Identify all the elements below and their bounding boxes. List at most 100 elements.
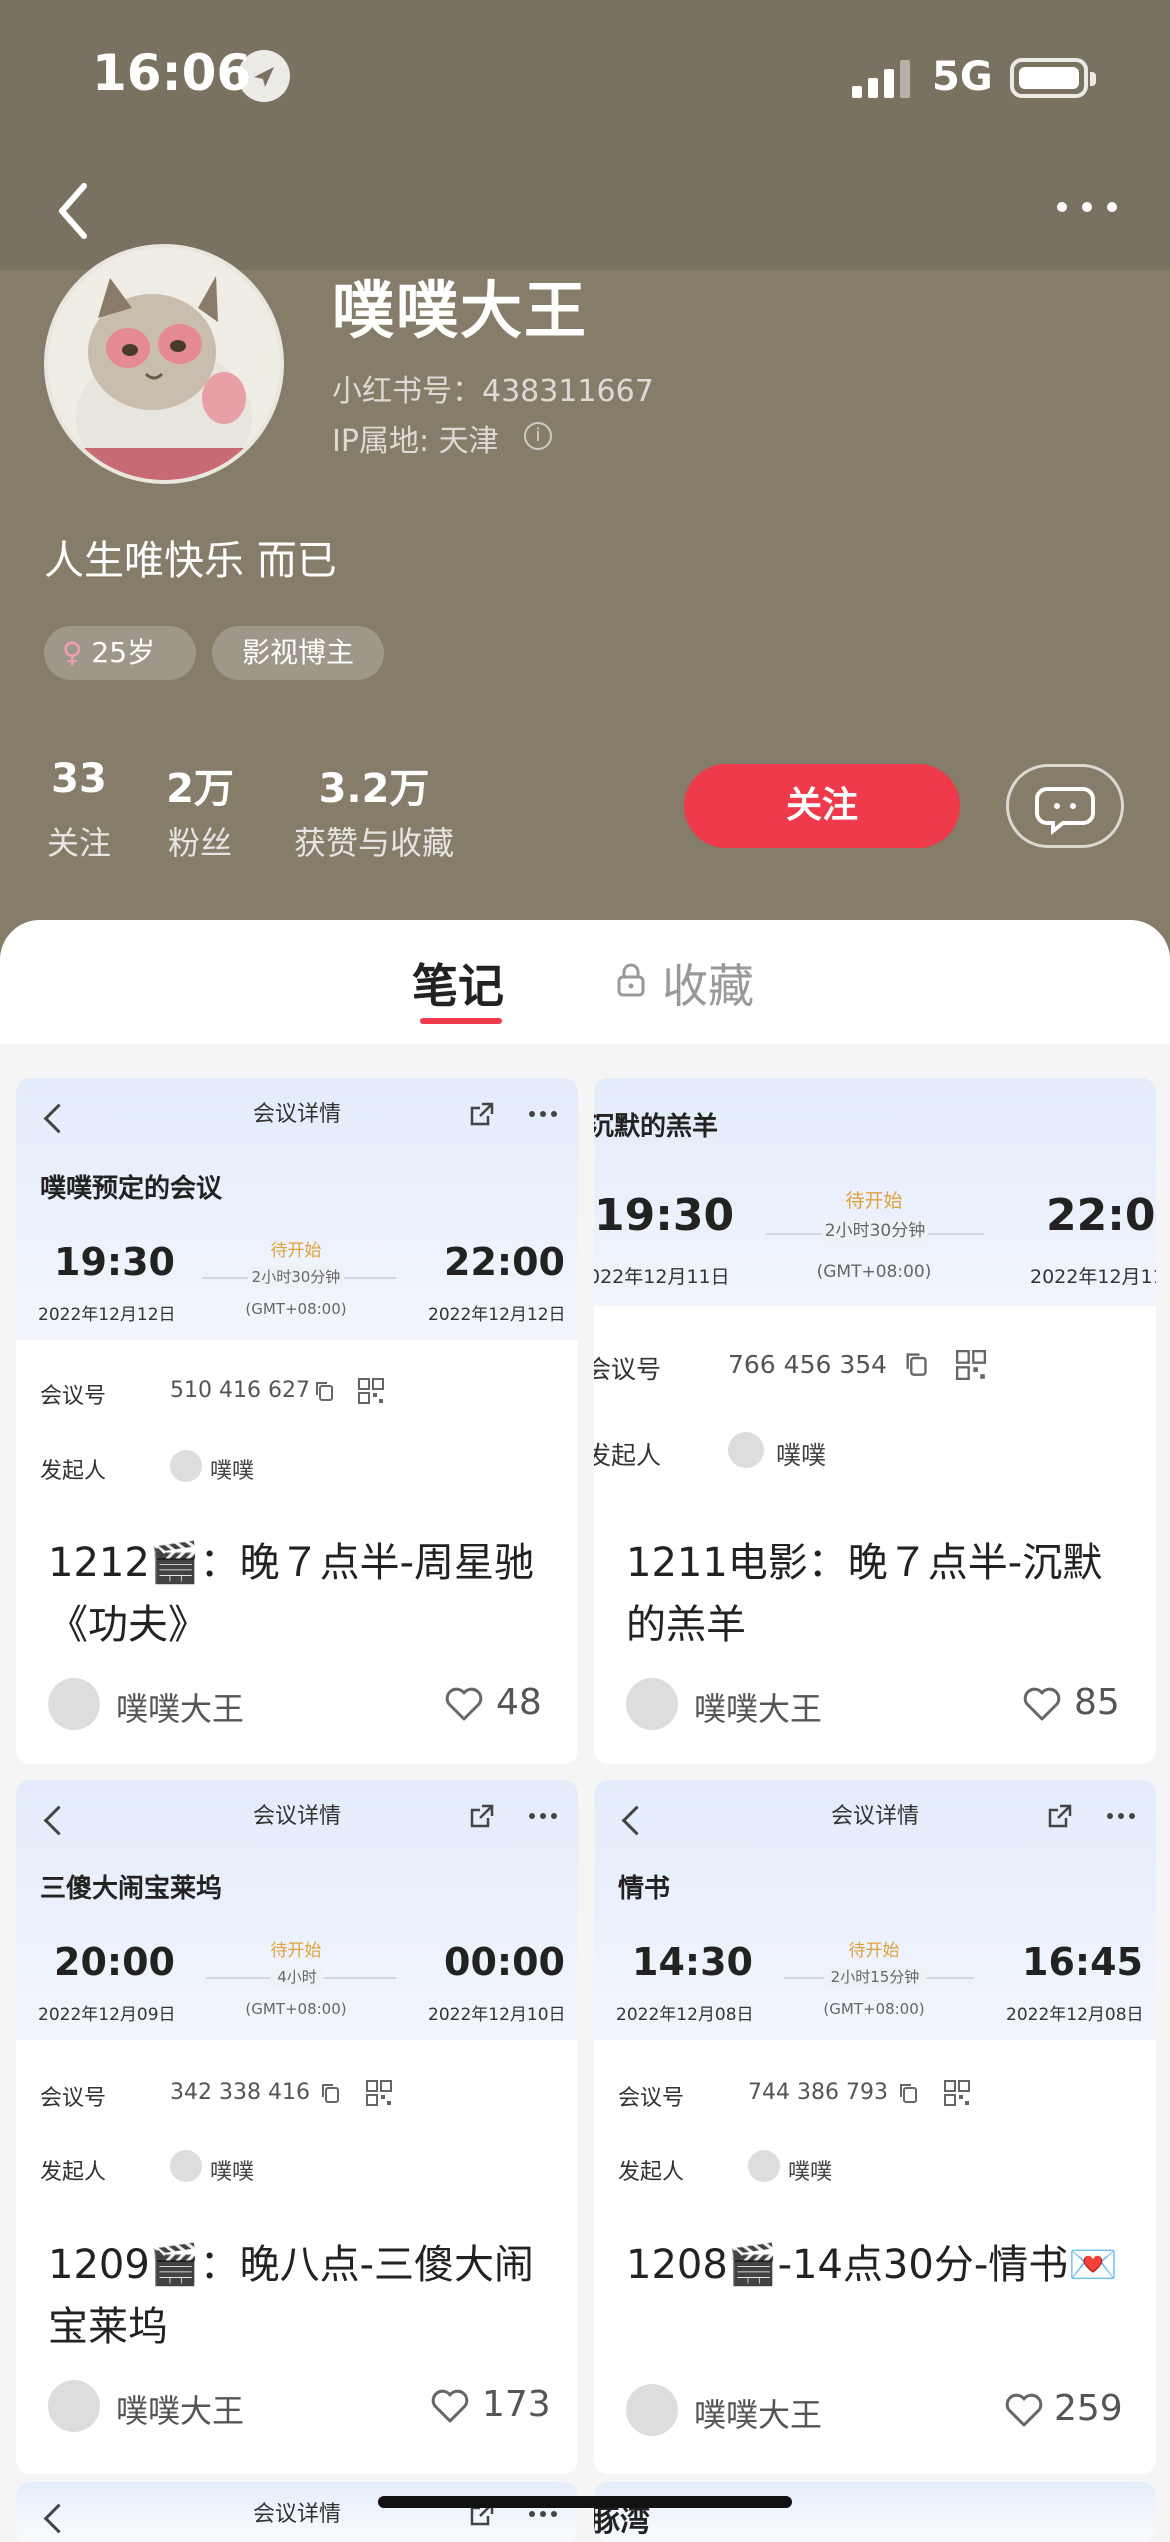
- signal-icon: [852, 60, 910, 98]
- timezone: (GMT+08:00): [816, 1262, 932, 1282]
- message-button[interactable]: [1006, 764, 1124, 848]
- qr-code-icon: [366, 2080, 392, 2106]
- share-icon: [1048, 1804, 1072, 1828]
- host-label: 发起人: [618, 2160, 685, 2185]
- author-avatar: [48, 1678, 100, 1730]
- card-thumbnail: 会议详情 噗噗预定的会议 19:30 2022年12月12日 待开始 2小时30…: [16, 1078, 578, 1506]
- author-name: 噗噗大王: [116, 1690, 245, 1728]
- end-date: 2022年12月08日: [1006, 2005, 1144, 2025]
- host-name: 噗噗: [210, 2160, 255, 2185]
- start-time: 19:30: [594, 1190, 735, 1241]
- copy-icon: [316, 1382, 333, 1401]
- start-time: 14:30: [632, 1940, 753, 1984]
- meeting-status: 待开始: [845, 1190, 903, 1212]
- thumb-more-icon: [529, 1813, 557, 1819]
- host-label: 发起人: [594, 1441, 662, 1470]
- meeting-title: 沉默的羔羊: [594, 1112, 719, 1142]
- meeting-status: 待开始: [270, 1941, 322, 1961]
- end-time: 22:00: [444, 1240, 565, 1284]
- author-name: 噗噗大王: [694, 2396, 823, 2434]
- host-avatar: [170, 2150, 202, 2182]
- more-options-icon[interactable]: [1052, 190, 1122, 224]
- copy-icon: [906, 1353, 927, 1376]
- host-avatar: [728, 1432, 764, 1468]
- start-date: 022年12月11日: [594, 1266, 730, 1288]
- note-card[interactable]: 会议详情 情书 14:30 2022年12月08日 待开始 2小时15分钟 (G…: [594, 1780, 1156, 2474]
- copy-icon: [900, 2084, 917, 2103]
- end-date: 2022年12月11: [1030, 1266, 1156, 1288]
- thumb-more-icon: [529, 1111, 557, 1117]
- likes-count[interactable]: 3.2万: [286, 756, 462, 814]
- thumb-more-icon: [529, 2511, 557, 2517]
- note-card[interactable]: 会议详情: [16, 2482, 578, 2542]
- battery-icon: [1010, 58, 1088, 98]
- heart-icon[interactable]: [444, 1686, 484, 1722]
- share-icon: [470, 1102, 494, 1126]
- card-thumbnail: 豚湾: [594, 2482, 1156, 2542]
- note-card[interactable]: 豚湾: [594, 2482, 1156, 2542]
- start-date: 2022年12月12日: [38, 1305, 176, 1325]
- start-date: 2022年12月08日: [616, 2005, 754, 2025]
- start-time: 19:30: [54, 1240, 175, 1284]
- category-tag: 影视博主: [212, 626, 384, 680]
- timezone: (GMT+08:00): [245, 2000, 347, 2018]
- host-label: 发起人: [40, 1459, 107, 1484]
- meeting-id-label: 会议号: [40, 2086, 107, 2111]
- meeting-id: 744 386 793: [748, 2080, 888, 2105]
- timezone: (GMT+08:00): [823, 2000, 925, 2018]
- tab-favorites[interactable]: 收藏: [662, 950, 754, 1016]
- card-thumbnail: 会议详情 情书 14:30 2022年12月08日 待开始 2小时15分钟 (G…: [594, 1780, 1156, 2208]
- ip-location: IP属地: 天津: [332, 424, 499, 459]
- profile-avatar[interactable]: [44, 244, 284, 484]
- location-arrow-icon: [238, 50, 290, 102]
- meeting-id-label: 会议号: [618, 2086, 685, 2111]
- followers-count[interactable]: 2万: [160, 756, 240, 814]
- age-value: 25岁: [91, 636, 156, 669]
- meeting-status: 待开始: [270, 1241, 322, 1261]
- author-name: 噗噗大王: [116, 2392, 245, 2430]
- profile-name: 噗噗大王: [332, 274, 589, 347]
- host-avatar: [748, 2150, 780, 2182]
- author-avatar: [626, 1678, 678, 1730]
- note-card[interactable]: 会议详情 三傻大闹宝莱坞 20:00 2022年12月09日 待开始 4小时 (…: [16, 1780, 578, 2474]
- start-date: 2022年12月09日: [38, 2005, 176, 2025]
- tab-notes[interactable]: 笔记: [412, 950, 504, 1016]
- host-avatar: [170, 1450, 202, 1482]
- end-date: 2022年12月12日: [428, 1305, 566, 1325]
- following-label[interactable]: 关注: [44, 818, 114, 864]
- qr-code-icon: [944, 2080, 970, 2106]
- card-thumbnail: 沉默的羔羊 19:30 022年12月11日 待开始 2小时30分钟 (GMT+…: [594, 1078, 1156, 1506]
- duration: 2小时30分钟: [822, 1220, 928, 1242]
- meeting-id: 766 456 354: [728, 1350, 888, 1379]
- heart-icon[interactable]: [1004, 2392, 1044, 2428]
- end-time: 00:00: [444, 1940, 565, 1984]
- lock-icon: [617, 963, 645, 997]
- qr-code-icon: [358, 1378, 384, 1404]
- header-top-band: [0, 0, 1170, 270]
- age-tag: ♀ 25岁: [44, 626, 196, 680]
- battery-tip: [1090, 72, 1096, 86]
- red-id: 小红书号：438311667: [332, 374, 654, 409]
- follow-button[interactable]: 关注: [684, 764, 960, 848]
- host-name: 噗噗: [788, 2160, 833, 2185]
- like-count: 259: [1054, 2388, 1123, 2429]
- host-label: 发起人: [40, 2160, 107, 2185]
- like-count: 85: [1074, 1682, 1120, 1723]
- note-card[interactable]: 会议详情 噗噗预定的会议 19:30 2022年12月12日 待开始 2小时30…: [16, 1078, 578, 1764]
- info-icon[interactable]: i: [524, 422, 552, 450]
- profile-bio: 人生唯快乐 而已: [44, 538, 337, 584]
- end-time: 22:00: [1046, 1190, 1156, 1241]
- followers-label[interactable]: 粉丝: [160, 818, 240, 864]
- note-card[interactable]: 沉默的羔羊 19:30 022年12月11日 待开始 2小时30分钟 (GMT+…: [594, 1078, 1156, 1764]
- note-title: 1209🎬：晚八点-三傻大闹宝莱坞: [48, 2242, 535, 2350]
- share-icon: [470, 1804, 494, 1828]
- meeting-title: 情书: [618, 1874, 671, 1904]
- following-count[interactable]: 33: [44, 756, 114, 802]
- likes-label[interactable]: 获赞与收藏: [286, 818, 462, 864]
- heart-icon[interactable]: [430, 2388, 470, 2424]
- back-arrow-icon[interactable]: [48, 176, 98, 246]
- heart-icon[interactable]: [1022, 1686, 1062, 1722]
- note-title: 1208🎬-14点30分-情书💌: [626, 2242, 1119, 2288]
- female-icon: ♀: [62, 636, 83, 669]
- thumb-more-icon: [1107, 1813, 1135, 1819]
